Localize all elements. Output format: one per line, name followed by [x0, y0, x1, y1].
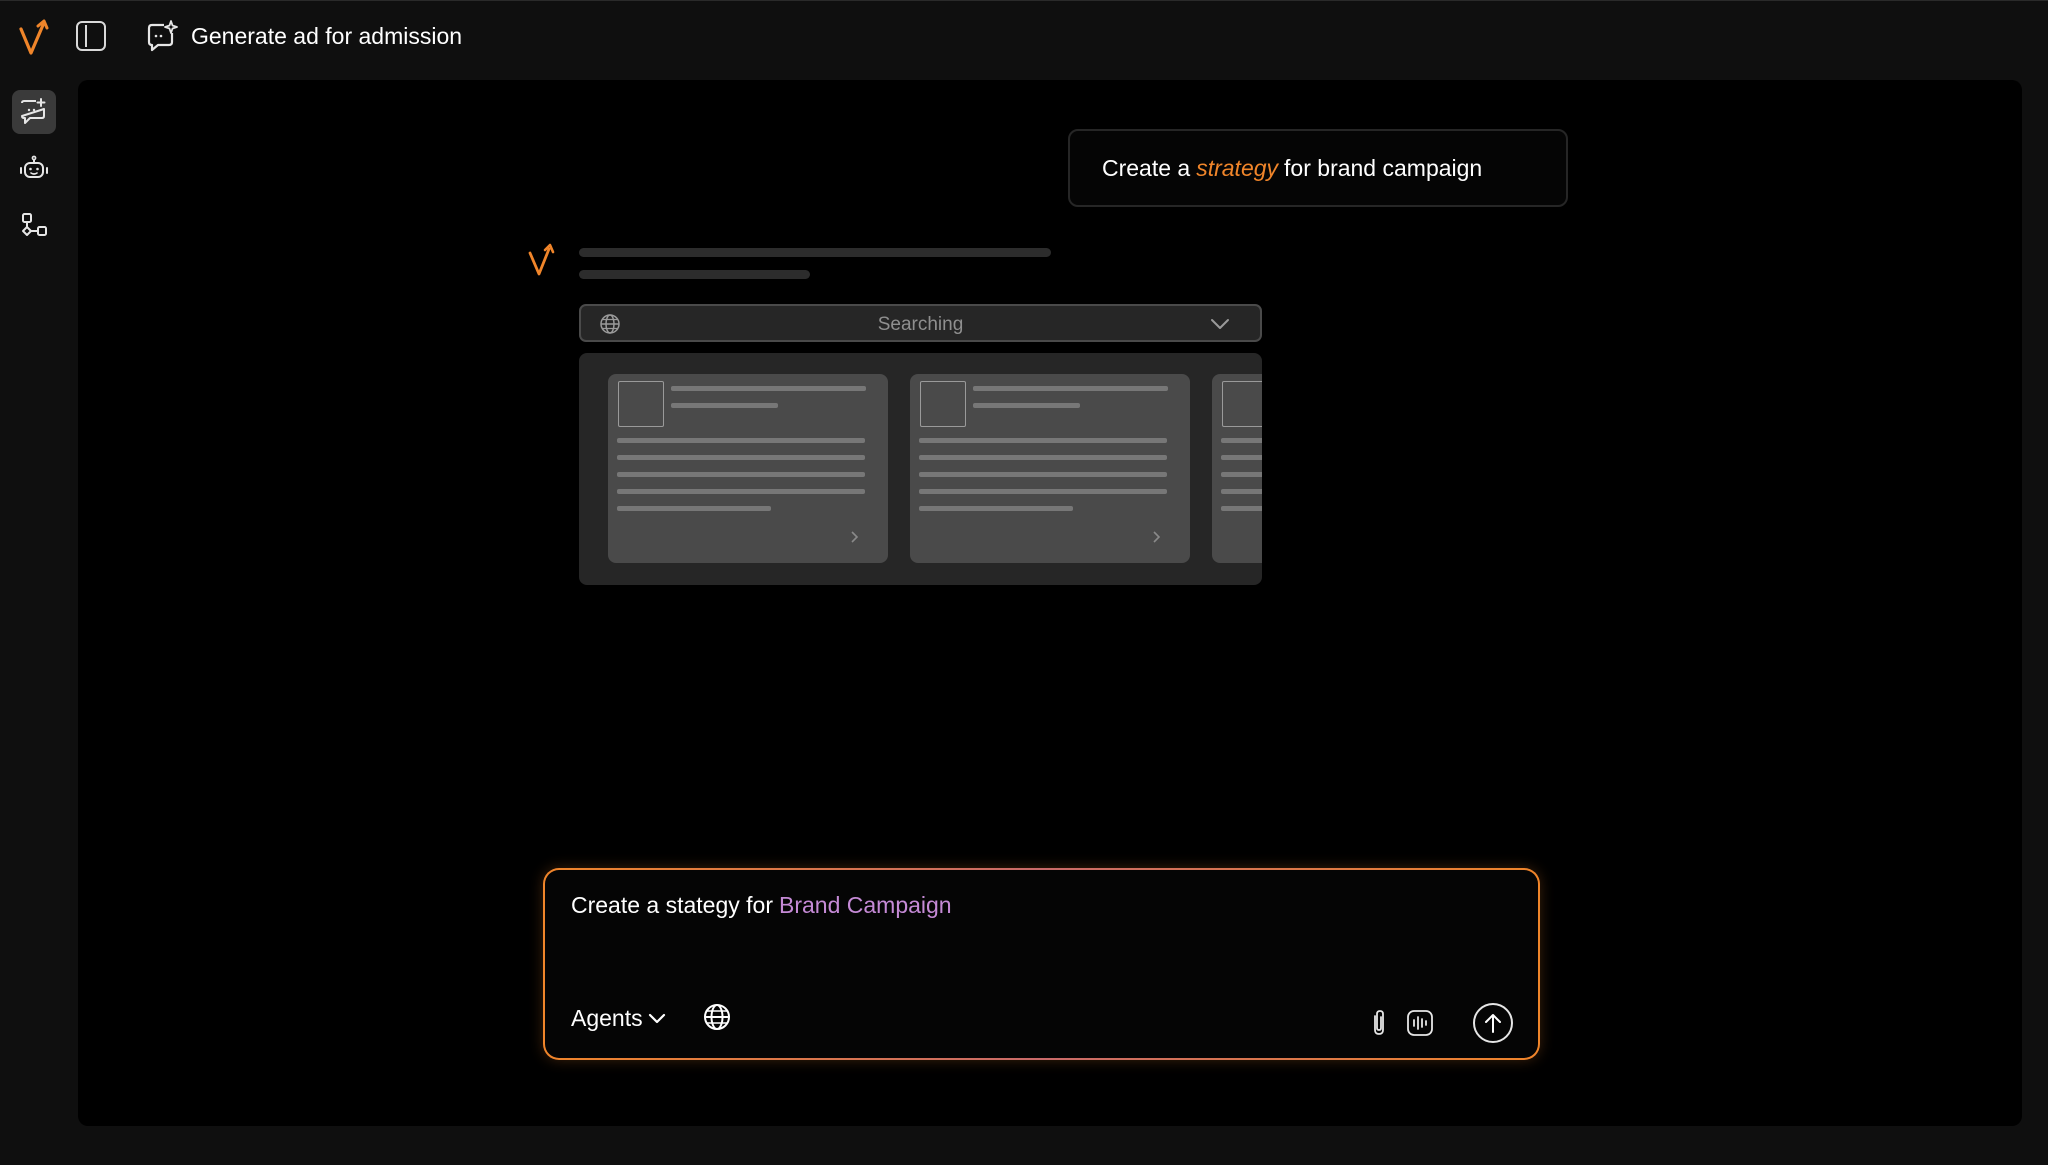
sidebar-toggle-icon[interactable] — [76, 21, 106, 51]
new-chat-icon — [21, 98, 46, 124]
loading-skeleton-line — [579, 248, 1051, 257]
chat-title: Generate ad for admission — [191, 23, 463, 49]
skeleton-bar — [671, 386, 866, 391]
assistant-avatar-icon — [528, 243, 555, 276]
skeleton-bar — [919, 489, 1167, 494]
rail-item-new-chat[interactable] — [12, 90, 56, 134]
workflow-icon — [22, 213, 47, 236]
user-message-prefix: Create a — [1102, 154, 1191, 181]
arrow-up-icon — [1485, 1014, 1501, 1033]
chat-sparkle-icon — [147, 20, 178, 52]
composer-input[interactable]: Create a stategy for Brand Campaign — [571, 892, 952, 919]
chevron-right-icon — [851, 531, 859, 543]
search-result-card[interactable] — [608, 374, 888, 563]
skeleton-bar — [919, 472, 1167, 477]
voice-input-icon[interactable] — [1406, 1009, 1434, 1037]
search-result-card[interactable] — [910, 374, 1190, 563]
result-thumbnail — [1222, 381, 1262, 427]
rail-item-agents[interactable] — [12, 147, 56, 191]
send-button[interactable] — [1473, 1003, 1513, 1043]
skeleton-bar — [919, 455, 1167, 460]
top-bar: Generate ad for admission — [0, 0, 2048, 72]
skeleton-bar — [1221, 489, 1262, 494]
result-thumbnail — [618, 381, 664, 427]
loading-skeleton-line — [579, 270, 810, 279]
search-results-carousel[interactable] — [579, 353, 1262, 585]
skeleton-bar — [1221, 472, 1262, 477]
composer-topic-chip[interactable]: Brand Campaign — [779, 892, 952, 918]
user-message-bubble: Create a strategy for brand campaign — [1068, 129, 1568, 207]
skeleton-bar — [617, 506, 771, 511]
skeleton-bar — [617, 455, 865, 460]
robot-icon — [20, 155, 48, 178]
chevron-right-icon — [1153, 531, 1161, 543]
web-search-globe-icon[interactable] — [702, 1002, 732, 1032]
skeleton-bar — [1221, 438, 1262, 443]
skeleton-bar — [919, 438, 1167, 443]
user-message-highlight: strategy — [1196, 154, 1279, 181]
skeleton-bar — [671, 403, 778, 408]
result-thumbnail — [920, 381, 966, 427]
user-message-suffix: for brand campaign — [1284, 154, 1483, 181]
app-logo-icon[interactable] — [18, 17, 52, 57]
message-composer: Create a stategy for Brand Campaign Agent… — [543, 868, 1540, 1060]
skeleton-bar — [973, 403, 1080, 408]
chevron-down-icon — [1211, 319, 1229, 329]
search-result-card[interactable] — [1212, 374, 1262, 563]
search-status-label: Searching — [877, 314, 964, 335]
composer-input-text: Create a stategy for — [571, 892, 773, 918]
skeleton-bar — [617, 472, 865, 477]
paperclip-icon[interactable] — [1368, 1008, 1388, 1038]
skeleton-bar — [617, 438, 865, 443]
agents-dropdown[interactable]: Agents — [571, 1005, 667, 1032]
rail-item-workflows[interactable] — [12, 204, 56, 248]
chevron-down-icon — [648, 1013, 665, 1023]
skeleton-bar — [973, 386, 1168, 391]
skeleton-bar — [1221, 455, 1262, 460]
skeleton-bar — [1221, 506, 1262, 511]
skeleton-bar — [919, 506, 1073, 511]
agents-dropdown-label: Agents — [571, 1005, 643, 1031]
search-status-dropdown[interactable]: Searching — [579, 304, 1262, 342]
skeleton-bar — [617, 489, 865, 494]
